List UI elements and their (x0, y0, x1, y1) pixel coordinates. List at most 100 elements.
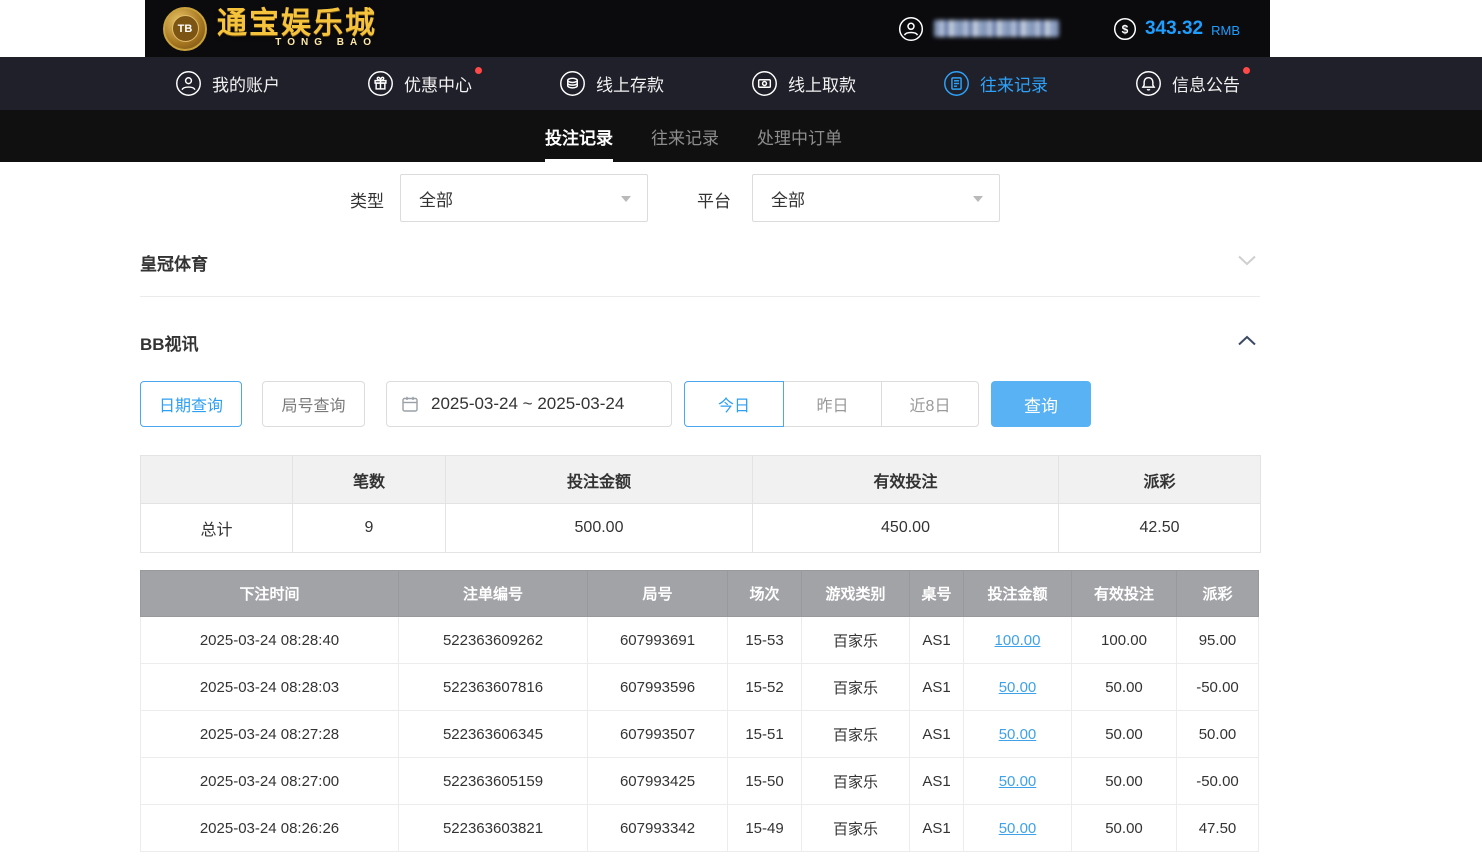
column-header: 游戏类别 (802, 571, 910, 617)
cell-game: 百家乐 (802, 617, 910, 664)
balance-amount: 343.32 (1145, 18, 1203, 40)
tab-transaction-records[interactable]: 往来记录 (651, 110, 719, 162)
bet-amount-link[interactable]: 100.00 (995, 632, 1041, 649)
section-title: BB视讯 (140, 330, 199, 355)
date-range-input[interactable]: 2025-03-24 ~ 2025-03-24 (386, 381, 672, 427)
cell-table: AS1 (910, 664, 964, 711)
tab-betting-records[interactable]: 投注记录 (545, 110, 613, 162)
section-crown-sports: 皇冠体育 (140, 246, 1260, 278)
type-dropdown-value: 全部 (419, 186, 453, 211)
date-query-button[interactable]: 日期查询 (140, 381, 242, 427)
today-button[interactable]: 今日 (684, 381, 784, 427)
summary-header-payout: 派彩 (1059, 456, 1261, 504)
cell-game: 百家乐 (802, 758, 910, 805)
type-dropdown[interactable]: 全部 (400, 174, 648, 222)
cell-payout: -50.00 (1177, 664, 1259, 711)
cell-time: 2025-03-24 08:27:00 (141, 758, 399, 805)
cell-payout: 95.00 (1177, 617, 1259, 664)
cell-valid-bet: 50.00 (1072, 711, 1177, 758)
nav-item-announcements[interactable]: 信息公告 (1135, 70, 1240, 97)
summary-total-row: 总计 9 500.00 450.00 42.50 (141, 504, 1261, 553)
cell-bet-id: 522363607816 (399, 664, 588, 711)
section-divider (140, 296, 1260, 297)
nav-item-online-deposit[interactable]: 线上存款 (559, 70, 664, 97)
last-8-days-button[interactable]: 近8日 (882, 381, 979, 427)
tab-processing-orders[interactable]: 处理中订单 (757, 110, 842, 162)
cell-bet-amount: 100.00 (964, 617, 1072, 664)
bet-table-head-row: 下注时间注单编号局号场次游戏类别桌号投注金额有效投注派彩 (141, 571, 1259, 617)
chevron-up-icon[interactable] (1234, 329, 1260, 355)
cell-session: 15-49 (728, 805, 802, 852)
cell-session: 15-53 (728, 617, 802, 664)
svg-text:$: $ (1122, 22, 1129, 36)
column-header: 局号 (588, 571, 728, 617)
table-row: 2025-03-24 08:26:26522363603821607993342… (141, 805, 1259, 852)
avatar-icon (898, 16, 924, 42)
chevron-down-icon (973, 196, 983, 202)
bet-amount-link[interactable]: 50.00 (999, 773, 1037, 790)
chevron-down-icon (621, 196, 631, 202)
summary-bet-amount-value: 500.00 (446, 504, 753, 553)
nav-label: 线上存款 (596, 71, 664, 96)
site-logo[interactable]: TB 通宝娱乐城 TONG BAO (163, 7, 377, 51)
nav-item-promotions[interactable]: 优惠中心 (367, 70, 472, 97)
gift-icon (367, 70, 394, 97)
bet-table-body: 2025-03-24 08:28:40522363609262607993691… (141, 617, 1259, 852)
cell-payout: 47.50 (1177, 805, 1259, 852)
search-button[interactable]: 查询 (991, 381, 1091, 427)
bet-amount-link[interactable]: 50.00 (999, 820, 1037, 837)
main-navbar: 我的账户 优惠中心 线上存款 (0, 57, 1482, 110)
nav-label: 我的账户 (212, 71, 280, 96)
cell-game: 百家乐 (802, 664, 910, 711)
summary-header-bet-amount: 投注金额 (446, 456, 753, 504)
cell-bet-amount: 50.00 (964, 805, 1072, 852)
cell-bet-id: 522363606345 (399, 711, 588, 758)
user-account-menu[interactable] (898, 16, 1059, 42)
dollar-icon: $ (1113, 17, 1137, 41)
nav-item-transaction-records[interactable]: 往来记录 (943, 70, 1048, 97)
cell-valid-bet: 50.00 (1072, 758, 1177, 805)
nav-label: 往来记录 (980, 71, 1048, 96)
platform-dropdown-value: 全部 (771, 186, 805, 211)
column-header: 下注时间 (141, 571, 399, 617)
section-bb-video: BB视讯 (140, 326, 1260, 358)
bet-amount-link[interactable]: 50.00 (999, 679, 1037, 696)
round-query-button[interactable]: 局号查询 (262, 381, 365, 427)
column-header: 桌号 (910, 571, 964, 617)
cell-session: 15-51 (728, 711, 802, 758)
cell-game: 百家乐 (802, 805, 910, 852)
platform-dropdown[interactable]: 全部 (752, 174, 1000, 222)
summary-valid-bet-value: 450.00 (753, 504, 1059, 553)
cell-valid-bet: 100.00 (1072, 617, 1177, 664)
balance-display: $ 343.32 RMB (1113, 17, 1240, 41)
summary-count-value: 9 (293, 504, 446, 553)
nav-item-online-withdrawal[interactable]: 线上取款 (751, 70, 856, 97)
username-masked (934, 20, 1059, 37)
cell-time: 2025-03-24 08:28:03 (141, 664, 399, 711)
cell-valid-bet: 50.00 (1072, 664, 1177, 711)
balance-currency: RMB (1211, 23, 1240, 38)
summary-header-count: 笔数 (293, 456, 446, 504)
logo-subtitle: TONG BAO (217, 37, 377, 48)
cell-table: AS1 (910, 805, 964, 852)
cell-bet-id: 522363609262 (399, 617, 588, 664)
chevron-down-icon[interactable] (1234, 249, 1260, 275)
nav-item-my-account[interactable]: 我的账户 (175, 70, 280, 97)
cell-round: 607993425 (588, 758, 728, 805)
nav-label: 优惠中心 (404, 71, 472, 96)
cell-session: 15-52 (728, 664, 802, 711)
records-tabbar: 投注记录 往来记录 处理中订单 (0, 110, 1482, 162)
type-filter-label: 类型 (350, 187, 384, 212)
deposit-icon (559, 70, 586, 97)
cell-game: 百家乐 (802, 711, 910, 758)
yesterday-button[interactable]: 昨日 (784, 381, 882, 427)
column-header: 投注金额 (964, 571, 1072, 617)
date-range-value: 2025-03-24 ~ 2025-03-24 (431, 394, 624, 414)
logo-coin-icon: TB (163, 7, 207, 51)
cell-time: 2025-03-24 08:27:28 (141, 711, 399, 758)
table-row: 2025-03-24 08:27:28522363606345607993507… (141, 711, 1259, 758)
platform-filter-label: 平台 (697, 187, 731, 212)
withdraw-icon (751, 70, 778, 97)
bet-amount-link[interactable]: 50.00 (999, 726, 1037, 743)
query-controls: 日期查询 局号查询 2025-03-24 ~ 2025-03-24 今日 昨日 … (140, 381, 1260, 427)
